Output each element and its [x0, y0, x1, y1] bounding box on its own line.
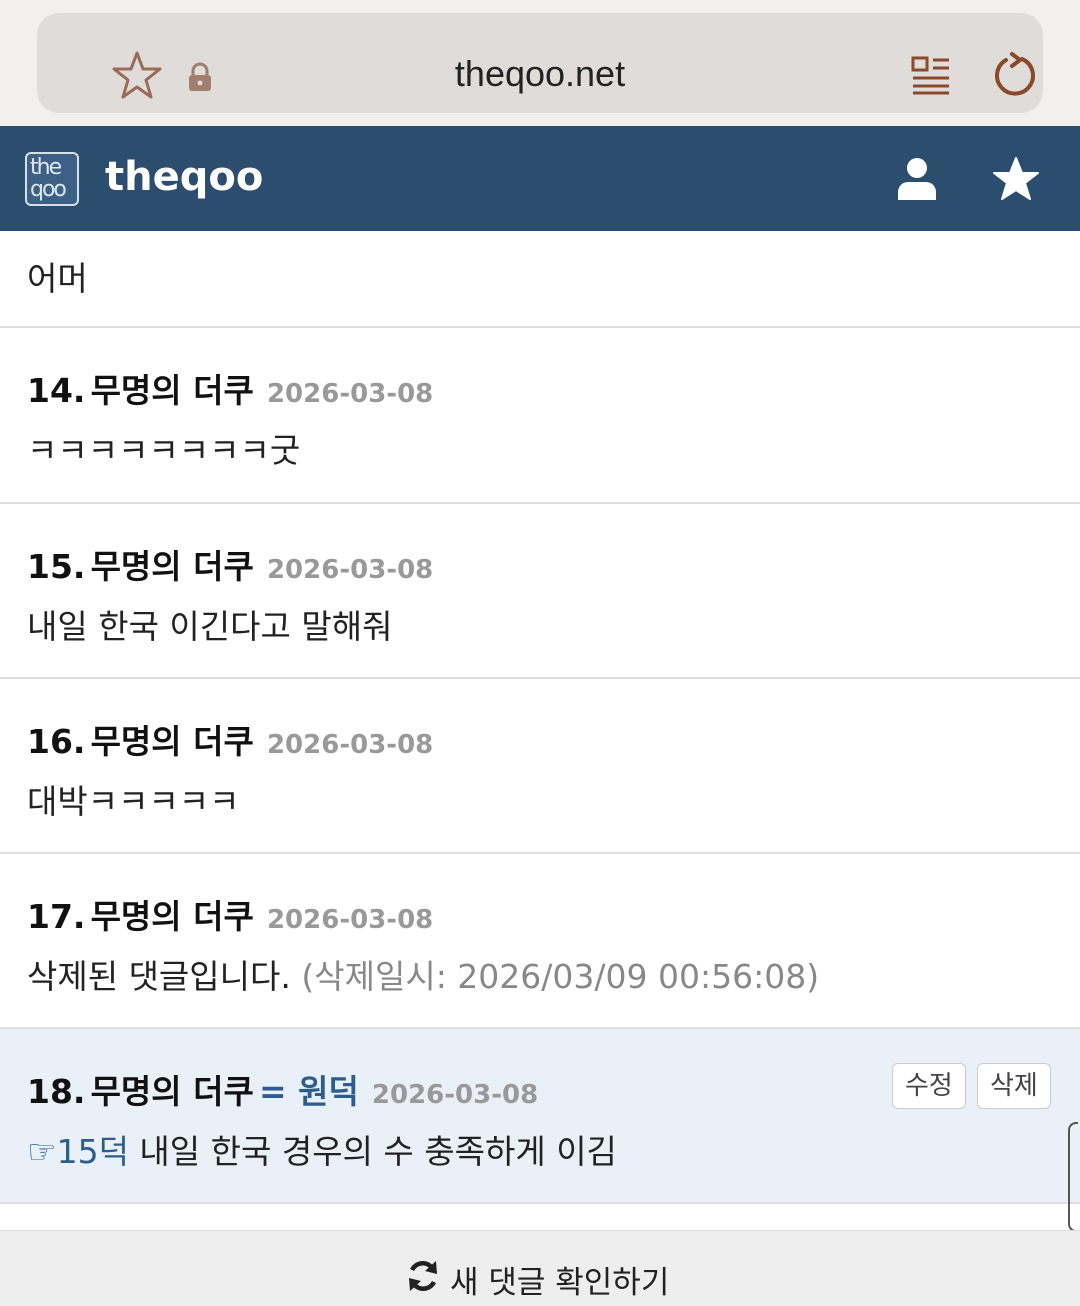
comment-number: 15. [27, 547, 86, 586]
comment-header: 16. 무명의 더쿠 2026-03-08 [27, 715, 433, 763]
reader-mode-icon[interactable] [911, 55, 951, 95]
address-bar[interactable]: theqoo.net [37, 13, 1043, 113]
comment-item: 17. 무명의 더쿠 2026-03-08 삭제된 댓글입니다. (삭제일시: … [0, 854, 1080, 1029]
comment-header: 14. 무명의 더쿠 2026-03-08 [27, 364, 433, 412]
comment-body: 어머 [27, 259, 88, 298]
comment-date: 2026-03-08 [266, 379, 434, 409]
comment-header: 15. 무명의 더쿠 2026-03-08 [27, 540, 433, 588]
comment-date: 2026-03-08 [266, 730, 434, 760]
comment-item: 15. 무명의 더쿠 2026-03-08 내일 한국 이긴다고 말해줘 [0, 504, 1080, 679]
comment-author: 무명의 더쿠 [90, 1072, 254, 1111]
comment-author: 무명의 더쿠 [90, 371, 254, 410]
comment-author: 무명의 더쿠 [90, 547, 254, 586]
comment-header: 18. 무명의 더쿠 = 원덕 2026-03-08 [27, 1065, 538, 1113]
reload-icon[interactable] [992, 51, 1040, 99]
url-text[interactable]: theqoo.net [37, 53, 1043, 95]
comment-item: 14. 무명의 더쿠 2026-03-08 ㅋㅋㅋㅋㅋㅋㅋㅋ굿 [0, 328, 1080, 504]
browser-toolbar: theqoo.net [0, 0, 1080, 126]
logo-text-top: the [30, 155, 62, 180]
comment-date: 2026-03-08 [371, 1080, 539, 1110]
comment-number: 18. [27, 1072, 86, 1111]
user-icon[interactable] [896, 156, 938, 200]
deleted-notice: 삭제된 댓글입니다. [27, 957, 291, 996]
logo-text-bottom: qoo [30, 177, 67, 202]
scrollbar[interactable] [1068, 1122, 1078, 1232]
comment-author: 무명의 더쿠 [90, 722, 254, 761]
star-icon[interactable] [993, 156, 1039, 202]
comment-date: 2026-03-08 [266, 905, 434, 935]
site-header: the qoo theqoo [0, 126, 1080, 231]
comment-body: 대박ㅋㅋㅋㅋㅋ [27, 782, 240, 821]
delete-button[interactable]: 삭제 [977, 1063, 1051, 1109]
site-name[interactable]: theqoo [105, 154, 263, 200]
comment-number: 17. [27, 897, 86, 936]
comment-header: 17. 무명의 더쿠 2026-03-08 [27, 890, 433, 938]
deleted-timestamp: (삭제일시: 2026/03/09 00:56:08) [301, 957, 820, 996]
comment-number: 14. [27, 371, 86, 410]
comment-body: ㅋㅋㅋㅋㅋㅋㅋㅋ굿 [27, 431, 301, 470]
comment-item-own: 18. 무명의 더쿠 = 원덕 2026-03-08 수정 삭제 ☞15덕 내일… [0, 1029, 1080, 1204]
refresh-icon [409, 1261, 437, 1291]
comment-item: 16. 무명의 더쿠 2026-03-08 대박ㅋㅋㅋㅋㅋ [0, 679, 1080, 854]
comment-body: ☞15덕 내일 한국 경우의 수 충족하게 이김 [27, 1125, 617, 1173]
new-comments-label: 새 댓글 확인하기 [450, 1265, 670, 1301]
comment-date: 2026-03-08 [266, 555, 434, 585]
new-comments-button[interactable]: 새 댓글 확인하기 [0, 1230, 1080, 1306]
comment-number: 16. [27, 722, 86, 761]
comment-body: 내일 한국 이긴다고 말해줘 [27, 607, 393, 646]
site-logo[interactable]: the qoo [25, 152, 79, 206]
comment-author: 무명의 더쿠 [90, 897, 254, 936]
comment-body: 삭제된 댓글입니다. (삭제일시: 2026/03/09 00:56:08) [27, 950, 819, 998]
comment-text: 내일 한국 경우의 수 충족하게 이김 [128, 1132, 617, 1171]
op-badge: = 원덕 [258, 1072, 359, 1111]
edit-button[interactable]: 수정 [892, 1063, 966, 1109]
reply-reference-link[interactable]: ☞15덕 [27, 1132, 129, 1171]
